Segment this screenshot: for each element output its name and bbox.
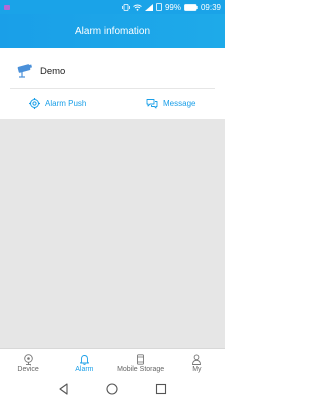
- tab-mobile-storage[interactable]: Mobile Storage: [113, 349, 169, 378]
- tab-alarm-label: Alarm: [75, 366, 94, 373]
- device-icon: [23, 354, 33, 365]
- tab-my[interactable]: My: [169, 349, 225, 378]
- chat-icon: [146, 98, 158, 108]
- device-actions: Alarm Push Message: [0, 92, 225, 114]
- signal-icon: [144, 3, 153, 11]
- home-icon[interactable]: [105, 382, 119, 396]
- vibrate-icon: [122, 3, 130, 11]
- notification-icon: [4, 4, 10, 10]
- bell-icon: [79, 355, 89, 365]
- tab-device-label: Device: [17, 366, 39, 373]
- device-item[interactable]: Demo: [0, 56, 225, 86]
- battery-percent: 99%: [164, 2, 181, 12]
- tab-device[interactable]: Device: [0, 349, 56, 378]
- alarm-push-label: Alarm Push: [45, 98, 87, 108]
- tab-my-label: My: [192, 366, 202, 373]
- alarm-list-empty-area: [0, 119, 225, 348]
- message-label: Message: [163, 98, 196, 108]
- recent-apps-icon[interactable]: [154, 382, 168, 396]
- tab-alarm[interactable]: Alarm: [56, 349, 112, 378]
- status-bar: 99% 09:39: [0, 0, 225, 14]
- sim-icon: [156, 3, 162, 11]
- alarm-push-button[interactable]: Alarm Push: [29, 97, 87, 109]
- system-navigation-bar: [0, 378, 225, 400]
- back-icon[interactable]: [57, 382, 71, 396]
- gear-icon: [29, 97, 40, 109]
- message-button[interactable]: Message: [146, 98, 195, 109]
- storage-icon: [137, 354, 145, 365]
- wifi-icon: [133, 4, 142, 11]
- person-icon: [192, 354, 202, 365]
- status-time: 09:39: [200, 2, 221, 12]
- battery-icon: [184, 3, 198, 11]
- camera-icon: [17, 64, 32, 78]
- tab-mobile-storage-label: Mobile Storage: [117, 366, 165, 373]
- page-title: Alarm infomation: [74, 25, 151, 37]
- divider: [10, 88, 215, 89]
- page-header: Alarm infomation: [0, 14, 225, 48]
- device-name: Demo: [40, 65, 66, 77]
- bottom-tab-bar: Device Alarm Mobile Storage My: [0, 348, 225, 378]
